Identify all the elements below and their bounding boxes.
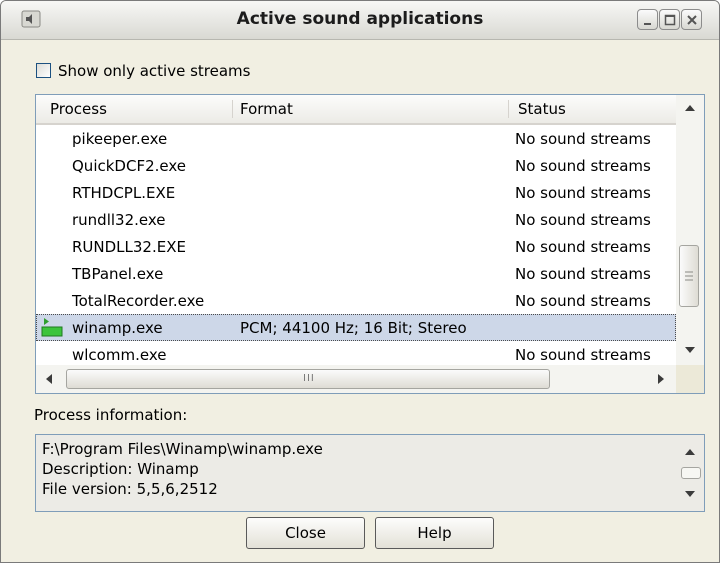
process-info-label: Process information: [34,406,188,424]
info-description: Description: Winamp [42,460,199,478]
column-header-format[interactable]: Format [240,100,293,118]
cell-process: TBPanel.exe [72,265,164,283]
minimize-icon [644,23,651,25]
vertical-scroll-thumb[interactable] [679,245,699,307]
table-row[interactable]: RUNDLL32.EXE No sound streams [36,233,676,260]
table-row[interactable]: wlcomm.exe No sound streams [36,341,676,368]
title-bar[interactable]: Active sound applications [1,1,719,40]
scroll-left-icon[interactable] [44,372,54,386]
table-row[interactable]: RTHDCPL.EXE No sound streams [36,179,676,206]
grip-icon: III [303,373,315,384]
cell-status: No sound streams [515,346,651,364]
info-vertical-scrollbar[interactable] [676,435,704,511]
list-vertical-scrollbar[interactable] [676,95,704,365]
cell-process: RTHDCPL.EXE [72,184,176,202]
cell-process: winamp.exe [72,319,163,337]
table-row[interactable]: pikeeper.exe No sound streams [36,125,676,152]
show-only-active-label: Show only active streams [58,62,251,80]
table-row[interactable]: rundll32.exe No sound streams [36,206,676,233]
cell-process: rundll32.exe [72,211,166,229]
scroll-down-icon[interactable] [683,345,697,355]
active-stream-icon [41,318,63,337]
cell-process: TotalRecorder.exe [72,292,205,310]
info-path: F:\Program Files\Winamp\winamp.exe [42,440,323,458]
maximize-icon [664,14,676,26]
column-header-process[interactable]: Process [50,100,107,118]
scroll-down-icon[interactable] [683,489,697,499]
scrollbar-corner [676,365,704,393]
info-file-version: File version: 5,5,6,2512 [42,480,218,498]
cell-process: QuickDCF2.exe [72,157,186,175]
scroll-up-icon[interactable] [683,447,697,457]
cell-process: RUNDLL32.EXE [72,238,186,256]
maximize-button[interactable] [659,9,680,30]
show-only-active-checkbox[interactable] [36,63,51,78]
process-list[interactable]: Process Format Status pikeeper.exe No so… [35,94,705,394]
cell-process: pikeeper.exe [72,130,168,148]
cell-format: PCM; 44100 Hz; 16 Bit; Stereo [240,319,467,337]
cell-status: No sound streams [515,211,651,229]
horizontal-scroll-thumb[interactable]: III [66,369,550,389]
cell-status: No sound streams [515,292,651,310]
column-header-status[interactable]: Status [518,100,566,118]
process-info-box[interactable]: F:\Program Files\Winamp\winamp.exe Descr… [35,434,705,512]
table-row-selected[interactable]: winamp.exe PCM; 44100 Hz; 16 Bit; Stereo [36,314,676,341]
info-scroll-thumb[interactable] [681,467,701,479]
cell-status: No sound streams [515,238,651,256]
cell-status: No sound streams [515,184,651,202]
scroll-up-icon[interactable] [683,103,697,113]
cell-status: No sound streams [515,130,651,148]
dialog-window: Active sound applications Show only acti… [0,0,720,563]
cell-status: No sound streams [515,157,651,175]
close-icon [687,15,697,25]
column-divider[interactable] [508,100,509,118]
list-header: Process Format Status [36,95,676,125]
list-horizontal-scrollbar[interactable]: III [36,365,676,393]
table-row[interactable]: QuickDCF2.exe No sound streams [36,152,676,179]
column-divider[interactable] [232,100,233,118]
window-title: Active sound applications [236,9,484,29]
help-button[interactable]: Help [375,517,494,549]
table-row[interactable]: TBPanel.exe No sound streams [36,260,676,287]
scroll-right-icon[interactable] [656,372,666,386]
table-row[interactable]: TotalRecorder.exe No sound streams [36,287,676,314]
close-button[interactable]: Close [246,517,365,549]
cell-status: No sound streams [515,265,651,283]
cell-process: wlcomm.exe [72,346,167,364]
minimize-button[interactable] [637,9,658,30]
grip-icon [685,271,693,281]
close-window-button[interactable] [681,9,702,30]
dialog-body: Show only active streams Process Format … [1,40,719,562]
